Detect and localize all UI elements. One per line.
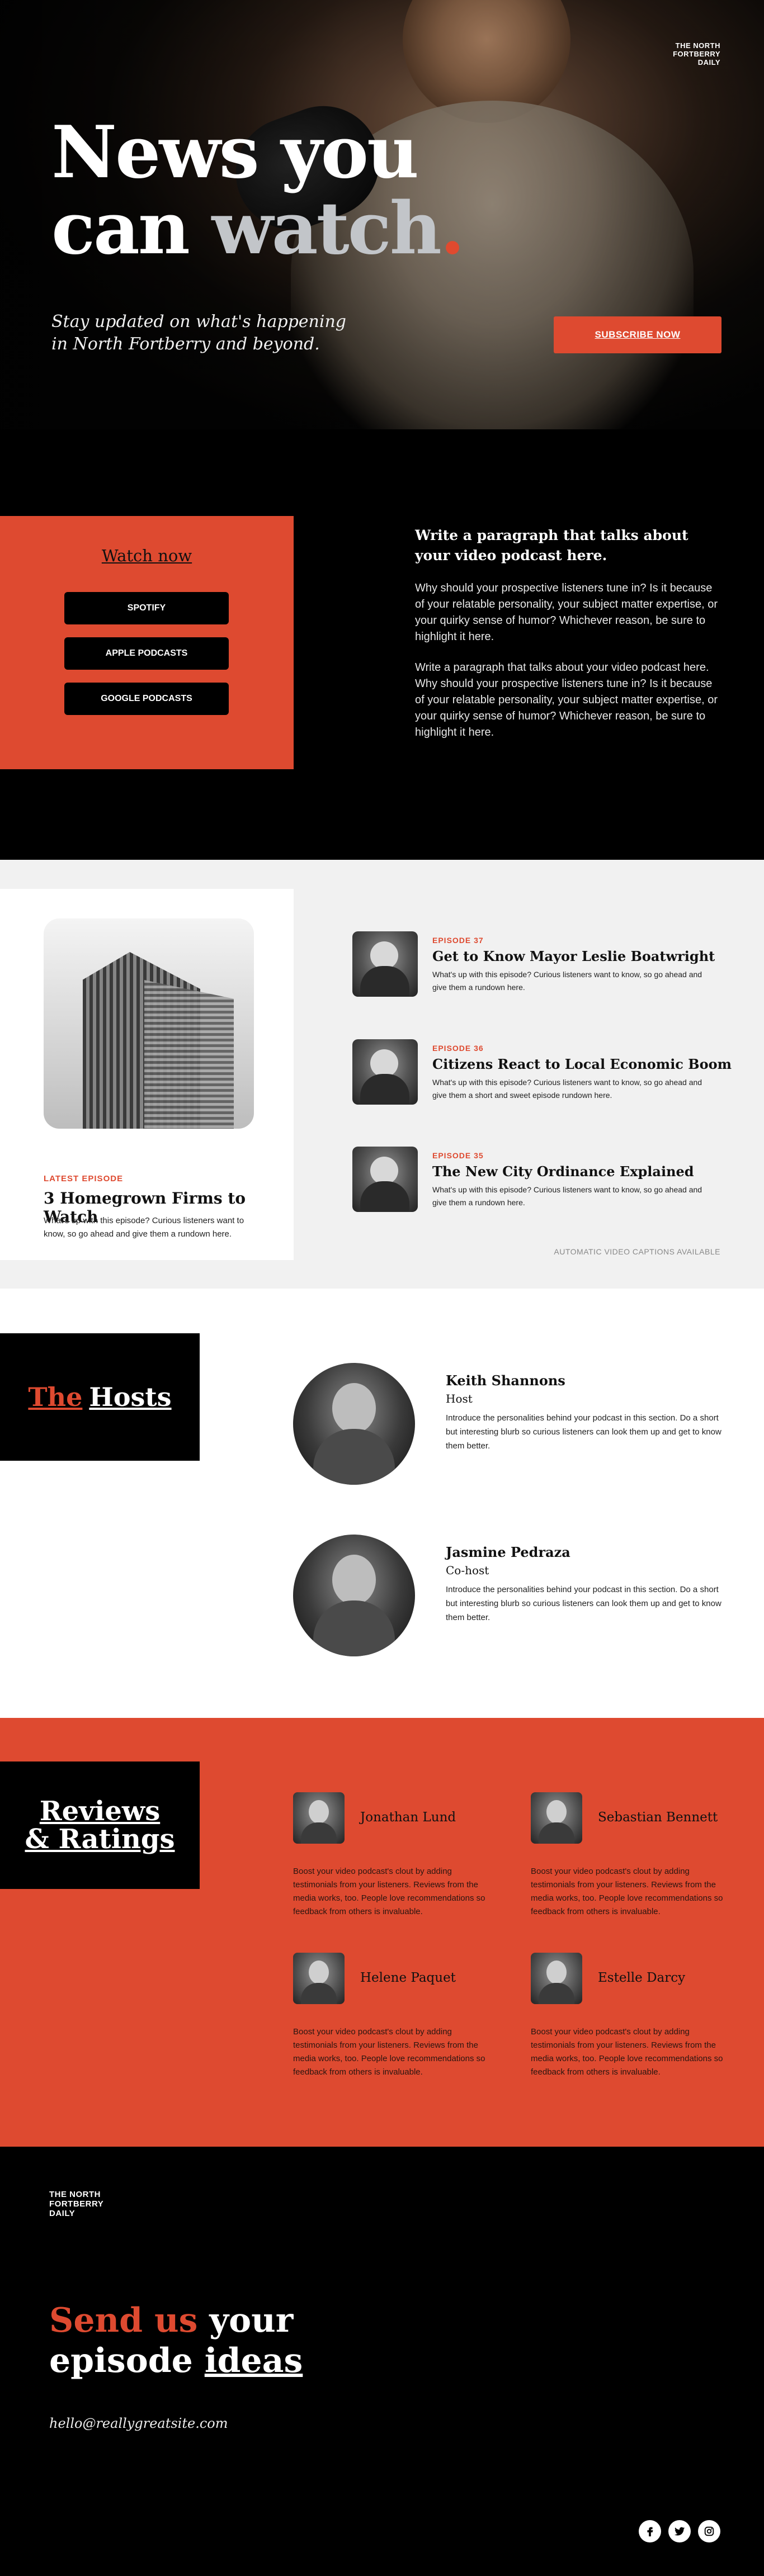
- host-bio: Introduce the personalities behind your …: [446, 1585, 721, 1622]
- host-role: Host: [446, 1392, 473, 1405]
- watch-card: Watch now SPOTIFY APPLE PODCASTS GOOGLE …: [0, 516, 294, 769]
- social-links: [639, 2520, 720, 2542]
- watch-heading: Write a paragraph that talks about your …: [415, 527, 688, 564]
- episode-item[interactable]: EPISODE 37 Get to Know Mayor Leslie Boat…: [352, 931, 733, 1004]
- captions-note: AUTOMATIC VIDEO CAPTIONS AVAILABLE: [554, 1247, 720, 1256]
- review-text: Boost your video podcast's clout by addi…: [293, 2027, 485, 2077]
- watch-copy: Write a paragraph that talks about your …: [415, 525, 720, 755]
- google-podcasts-button[interactable]: GOOGLE PODCASTS: [64, 683, 229, 715]
- review-card: Helene Paquet Boost your video podcast's…: [293, 1953, 494, 2098]
- hosts-title: The Hosts: [0, 1333, 200, 1461]
- reviewer-name: Jonathan Lund: [360, 1810, 456, 1825]
- watch-paragraph-1: Why should your prospective listeners tu…: [415, 582, 718, 643]
- review-card: Sebastian Bennett Boost your video podca…: [531, 1792, 732, 1938]
- host-avatar: [293, 1535, 415, 1656]
- reviewer-avatar: [531, 1792, 582, 1844]
- episode-desc: What's up with this episode? Curious lis…: [432, 1185, 702, 1207]
- episode-desc: What's up with this episode? Curious lis…: [432, 970, 702, 992]
- review-text: Boost your video podcast's clout by addi…: [293, 1867, 485, 1916]
- watch-paragraph-2: Write a paragraph that talks about your …: [415, 661, 718, 738]
- watch-title[interactable]: Watch now: [0, 546, 294, 565]
- host-card: Jasmine Pedraza Co-host Introduce the pe…: [293, 1535, 741, 1658]
- review-text: Boost your video podcast's clout by addi…: [531, 2027, 723, 2077]
- episode-item[interactable]: EPISODE 35 The New City Ordinance Explai…: [352, 1147, 733, 1219]
- brand-logo[interactable]: THE NORTH FORTBERRY DAILY: [673, 41, 720, 67]
- episodes-section: LATEST EPISODE 3 Homegrown Firms to Watc…: [0, 860, 764, 1289]
- episode-title[interactable]: Citizens React to Local Economic Boom: [432, 1056, 732, 1072]
- latest-episode-desc: What's up with this episode? Curious lis…: [44, 1216, 244, 1239]
- episode-label: EPISODE 35: [432, 1151, 484, 1160]
- episode-title[interactable]: The New City Ordinance Explained: [432, 1163, 694, 1180]
- hero-headline: News you can watch.: [51, 111, 465, 271]
- twitter-icon[interactable]: [668, 2520, 691, 2542]
- footer-section: THE NORTH FORTBERRY DAILY Send us your e…: [0, 2147, 764, 2576]
- reviewer-name: Sebastian Bennett: [598, 1810, 718, 1825]
- latest-episode-card[interactable]: LATEST EPISODE 3 Homegrown Firms to Watc…: [0, 889, 294, 1260]
- facebook-icon[interactable]: [639, 2520, 661, 2542]
- episode-title[interactable]: Get to Know Mayor Leslie Boatwright: [432, 948, 715, 964]
- episode-item[interactable]: EPISODE 36 Citizens React to Local Econo…: [352, 1039, 733, 1112]
- reviews-title: Reviews & Ratings: [0, 1761, 200, 1889]
- hero-section: THE NORTH FORTBERRY DAILY News you can w…: [0, 0, 764, 429]
- hosts-section: The Hosts Keith Shannons Host Introduce …: [0, 1289, 764, 1718]
- episode-thumbnail: [352, 1039, 418, 1105]
- review-text: Boost your video podcast's clout by addi…: [531, 1867, 723, 1916]
- host-card: Keith Shannons Host Introduce the person…: [293, 1363, 741, 1486]
- reviewer-avatar: [531, 1953, 582, 2004]
- host-role: Co-host: [446, 1564, 489, 1577]
- episode-thumbnail: [352, 931, 418, 997]
- footer-brand-logo[interactable]: THE NORTH FORTBERRY DAILY: [49, 2190, 103, 2218]
- reviewer-avatar: [293, 1953, 345, 2004]
- subscribe-button[interactable]: SUBSCRIBE NOW: [554, 316, 721, 353]
- latest-episode-image: [44, 918, 254, 1129]
- reviewer-avatar: [293, 1792, 345, 1844]
- apple-podcasts-button[interactable]: APPLE PODCASTS: [64, 637, 229, 670]
- instagram-icon[interactable]: [698, 2520, 720, 2542]
- episode-desc: What's up with this episode? Curious lis…: [432, 1078, 702, 1100]
- watch-section: Watch now SPOTIFY APPLE PODCASTS GOOGLE …: [0, 429, 764, 860]
- hero-tagline: Stay updated on what's happening in Nort…: [51, 312, 346, 354]
- reviewer-name: Helene Paquet: [360, 1971, 456, 1985]
- episode-thumbnail: [352, 1147, 418, 1212]
- episode-label: EPISODE 37: [432, 936, 484, 945]
- review-card: Jonathan Lund Boost your video podcast's…: [293, 1792, 494, 1938]
- footer-cta: Send us your episode ideas: [49, 2301, 303, 2380]
- host-avatar: [293, 1363, 415, 1485]
- spotify-button[interactable]: SPOTIFY: [64, 592, 229, 624]
- host-name: Jasmine Pedraza: [446, 1544, 570, 1560]
- host-name: Keith Shannons: [446, 1372, 565, 1389]
- reviews-section: Reviews & Ratings Jonathan Lund Boost yo…: [0, 1718, 764, 2147]
- contact-email-link[interactable]: hello@reallygreatsite.com: [49, 2416, 228, 2431]
- review-card: Estelle Darcy Boost your video podcast's…: [531, 1953, 732, 2098]
- episode-label: EPISODE 36: [432, 1044, 484, 1053]
- host-bio: Introduce the personalities behind your …: [446, 1413, 721, 1451]
- latest-episode-label: LATEST EPISODE: [44, 1174, 124, 1183]
- reviewer-name: Estelle Darcy: [598, 1971, 686, 1985]
